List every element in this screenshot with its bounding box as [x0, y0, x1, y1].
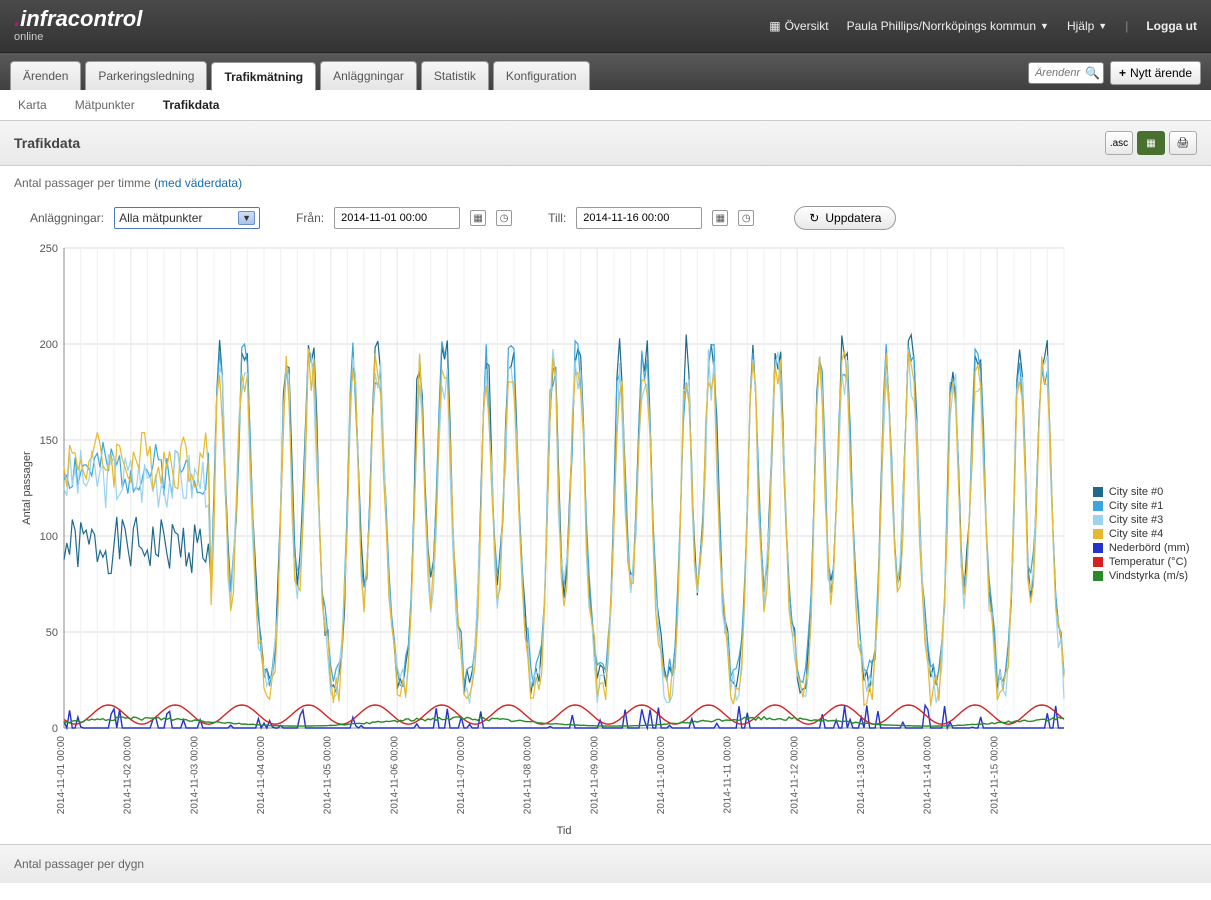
print-button[interactable]: 🖨: [1169, 131, 1197, 155]
legend-swatch: [1093, 543, 1103, 553]
from-label: Från:: [296, 211, 324, 225]
legend-label: City site #4: [1109, 528, 1163, 540]
svg-text:2014-11-01 00:00: 2014-11-01 00:00: [56, 736, 67, 815]
legend-item[interactable]: Nederbörd (mm): [1093, 542, 1190, 554]
logout-link[interactable]: Logga ut: [1146, 19, 1197, 33]
svg-text:Tid: Tid: [556, 825, 571, 837]
svg-text:2014-11-14 00:00: 2014-11-14 00:00: [922, 736, 933, 815]
overview-link[interactable]: ▦Översikt: [769, 19, 828, 33]
legend-item[interactable]: City site #1: [1093, 500, 1190, 512]
svg-text:2014-11-03 00:00: 2014-11-03 00:00: [189, 736, 200, 815]
svg-text:2014-11-09 00:00: 2014-11-09 00:00: [589, 736, 600, 815]
legend-swatch: [1093, 529, 1103, 539]
svg-text:2014-11-13 00:00: 2014-11-13 00:00: [856, 736, 867, 815]
tab-parkeringsledning[interactable]: Parkeringsledning: [85, 61, 207, 90]
top-right-nav: ▦Översikt Paula Phillips/Norrköpings kom…: [769, 19, 1197, 33]
legend-item[interactable]: Temperatur (°C): [1093, 556, 1190, 568]
to-label: Till:: [548, 211, 566, 225]
svg-text:2014-11-08 00:00: 2014-11-08 00:00: [522, 736, 533, 815]
case-search-input[interactable]: [1035, 67, 1081, 79]
app-header: .infracontrol online ▦Översikt Paula Phi…: [0, 0, 1211, 52]
calendar-icon[interactable]: ▦: [470, 210, 486, 226]
chevron-down-icon: ▼: [1040, 21, 1049, 31]
subtab-trafikdata[interactable]: Trafikdata: [163, 98, 220, 112]
subtab-bar: Karta Mätpunkter Trafikdata: [0, 90, 1211, 121]
weather-toggle-link[interactable]: (med väderdata): [154, 176, 242, 190]
legend-swatch: [1093, 501, 1103, 511]
svg-text:2014-11-06 00:00: 2014-11-06 00:00: [389, 736, 400, 815]
grid-icon: ▦: [769, 19, 780, 33]
tab-statistik[interactable]: Statistik: [421, 61, 489, 90]
main-tabbar: ÄrendenParkeringsledningTrafikmätningAnl…: [0, 52, 1211, 90]
clock-icon[interactable]: ◷: [496, 210, 512, 226]
svg-text:Antal passager: Antal passager: [21, 451, 33, 525]
export-asc-button[interactable]: .asc: [1105, 131, 1133, 155]
legend-swatch: [1093, 571, 1103, 581]
legend-label: City site #1: [1109, 500, 1163, 512]
svg-text:0: 0: [51, 723, 57, 735]
tab-trafikmätning[interactable]: Trafikmätning: [211, 62, 316, 91]
svg-text:2014-11-07 00:00: 2014-11-07 00:00: [456, 736, 467, 815]
chart-area: 0 50 100 150 200 250 2014-11-01 00:00 2014-11-0…: [16, 238, 1196, 844]
legend-swatch: [1093, 515, 1103, 525]
facilities-dropdown[interactable]: Alla mätpunkter ▼: [114, 207, 260, 229]
chart-controls: Anläggningar: Alla mätpunkter ▼ Från: ▦ …: [0, 192, 1211, 238]
svg-text:50: 50: [45, 627, 57, 639]
chevron-down-icon: ▼: [1098, 21, 1107, 31]
from-date-input[interactable]: [334, 207, 460, 229]
tab-konfiguration[interactable]: Konfiguration: [493, 61, 590, 90]
legend-label: Nederbörd (mm): [1109, 542, 1190, 554]
svg-text:2014-11-02 00:00: 2014-11-02 00:00: [122, 736, 133, 815]
traffic-chart: 0 50 100 150 200 250 2014-11-01 00:00 2014-11-0…: [16, 238, 1196, 844]
svg-text:150: 150: [39, 435, 57, 447]
page-title: Trafikdata: [14, 135, 80, 151]
facilities-label: Anläggningar:: [30, 211, 104, 225]
svg-text:2014-11-15 00:00: 2014-11-15 00:00: [989, 736, 1000, 815]
tab-anläggningar[interactable]: Anläggningar: [320, 61, 417, 90]
clock-icon[interactable]: ◷: [738, 210, 754, 226]
legend-item[interactable]: City site #3: [1093, 514, 1190, 526]
subtab-karta[interactable]: Karta: [18, 98, 47, 112]
legend-label: Vindstyrka (m/s): [1109, 570, 1188, 582]
next-section-header: Antal passager per dygn: [0, 844, 1211, 883]
chevron-down-icon: ▼: [238, 211, 255, 225]
legend-swatch: [1093, 487, 1103, 497]
legend-label: City site #3: [1109, 514, 1163, 526]
chart-legend: City site #0 City site #1 City site #3 City…: [1093, 486, 1190, 584]
legend-swatch: [1093, 557, 1103, 567]
legend-item[interactable]: City site #4: [1093, 528, 1190, 540]
update-button[interactable]: ↻Uppdatera: [794, 206, 896, 230]
case-search[interactable]: 🔍: [1028, 62, 1104, 84]
logo: .infracontrol online: [14, 9, 142, 42]
svg-text:100: 100: [39, 531, 57, 543]
svg-text:2014-11-11 00:00: 2014-11-11 00:00: [722, 736, 733, 814]
svg-text:200: 200: [39, 339, 57, 351]
section-header: Trafikdata .asc ▦ 🖨: [0, 121, 1211, 166]
to-date-input[interactable]: [576, 207, 702, 229]
tab-ärenden[interactable]: Ärenden: [10, 61, 81, 90]
svg-text:2014-11-12 00:00: 2014-11-12 00:00: [789, 736, 800, 815]
svg-text:2014-11-04 00:00: 2014-11-04 00:00: [256, 736, 267, 815]
svg-text:2014-11-05 00:00: 2014-11-05 00:00: [322, 736, 333, 815]
calendar-icon[interactable]: ▦: [712, 210, 728, 226]
refresh-icon: ↻: [809, 211, 819, 225]
export-excel-button[interactable]: ▦: [1137, 131, 1165, 155]
new-case-button[interactable]: + Nytt ärende: [1110, 61, 1201, 85]
help-menu[interactable]: Hjälp ▼: [1067, 19, 1107, 33]
user-menu[interactable]: Paula Phillips/Norrköpings kommun ▼: [847, 19, 1049, 33]
svg-text:250: 250: [39, 243, 57, 255]
search-icon[interactable]: 🔍: [1085, 66, 1100, 80]
legend-label: City site #0: [1109, 486, 1163, 498]
legend-item[interactable]: City site #0: [1093, 486, 1190, 498]
subtab-mätpunkter[interactable]: Mätpunkter: [75, 98, 135, 112]
legend-item[interactable]: Vindstyrka (m/s): [1093, 570, 1190, 582]
svg-text:2014-11-10 00:00: 2014-11-10 00:00: [656, 736, 667, 815]
chart-title-row: Antal passager per timme (med väderdata): [0, 166, 1211, 192]
legend-label: Temperatur (°C): [1109, 556, 1187, 568]
